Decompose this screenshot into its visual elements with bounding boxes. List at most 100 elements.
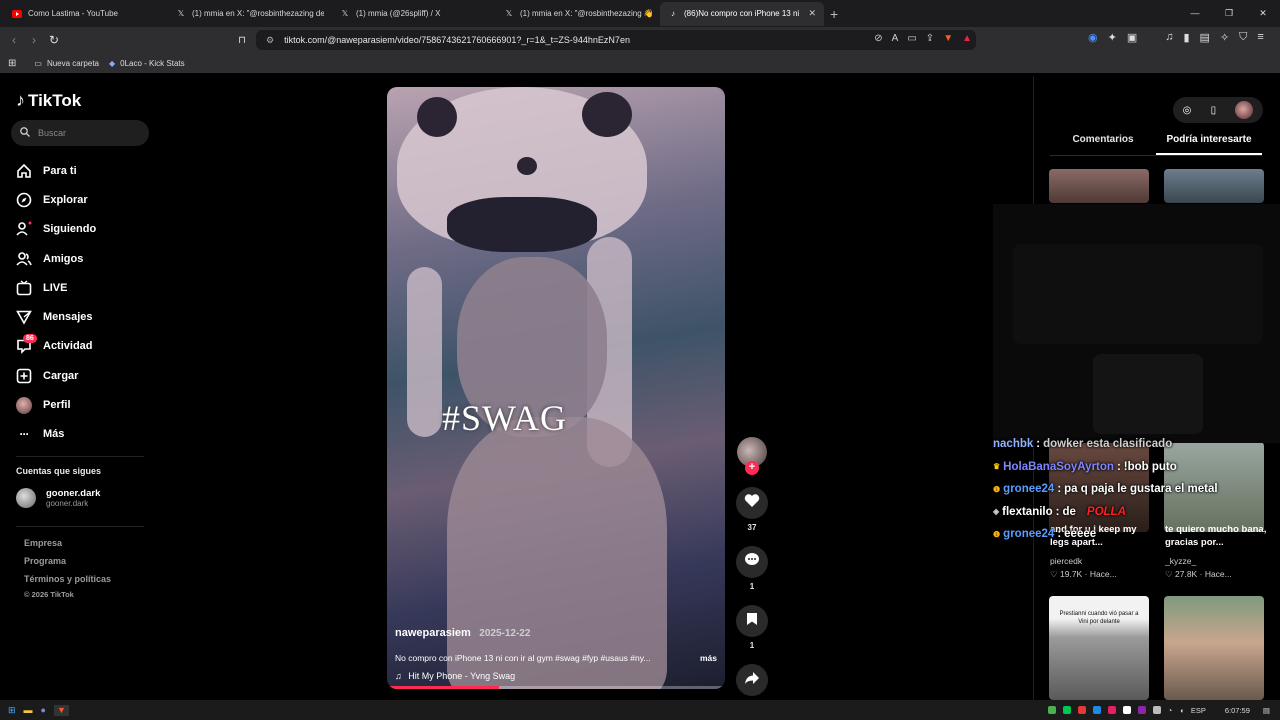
- like-button[interactable]: [736, 487, 768, 519]
- sidebar-item-mensajes[interactable]: Mensajes: [16, 302, 96, 331]
- user-avatar[interactable]: [1235, 101, 1254, 119]
- video-thumbnail[interactable]: [1164, 596, 1264, 700]
- sidebar-item-amigos[interactable]: Amigos: [16, 244, 96, 273]
- tray-icon[interactable]: [1047, 706, 1056, 714]
- video-thumbnail[interactable]: [1049, 169, 1149, 203]
- notification-badge: 86: [23, 333, 37, 343]
- ai-icon[interactable]: ✧: [1220, 31, 1229, 44]
- language-indicator[interactable]: ESP: [1191, 706, 1206, 715]
- wifi-icon[interactable]: ◔: [1168, 706, 1173, 715]
- sidebar-item-cargar[interactable]: Cargar: [16, 361, 96, 390]
- video-music[interactable]: ♫ Hit My Phone - Yvng Swag: [395, 671, 717, 681]
- tray-icon[interactable]: [1122, 706, 1131, 714]
- sidebar-item-para-ti[interactable]: Para ti: [16, 156, 96, 185]
- share-icon[interactable]: ⇪: [926, 33, 934, 44]
- tab-podria-interesarte[interactable]: Podría interesarte: [1156, 134, 1262, 155]
- new-tab-button[interactable]: +: [830, 6, 838, 22]
- coin-icon[interactable]: ◎: [1183, 105, 1192, 116]
- windows-start-icon[interactable]: ⊞: [8, 705, 16, 716]
- video-author[interactable]: naweparasiem: [395, 627, 471, 639]
- tab-comentarios[interactable]: Comentarios: [1050, 134, 1156, 155]
- close-tab-icon[interactable]: ✕: [808, 8, 816, 19]
- share-button[interactable]: [736, 664, 768, 696]
- follow-plus-button[interactable]: +: [745, 461, 759, 475]
- rewards-icon[interactable]: ▲: [962, 33, 972, 44]
- video-description: No compro con iPhone 13 ni con ir al gym…: [395, 653, 651, 663]
- bookmark-icon[interactable]: ⊓: [232, 35, 252, 46]
- comment-button[interactable]: [736, 546, 768, 578]
- browser-tab[interactable]: 𝕏 (1) mmia en X: "@rosbinthezazing 👋: [496, 2, 660, 26]
- volume-icon[interactable]: ◖: [1179, 706, 1184, 715]
- tray-icon[interactable]: [1077, 706, 1086, 714]
- creator-avatar[interactable]: +: [737, 437, 767, 475]
- sidebar-item-siguiendo[interactable]: Siguiendo: [16, 215, 96, 244]
- video-player[interactable]: #SWAG naweparasiem 2025-12-22 No compro …: [387, 87, 725, 689]
- file-explorer-icon[interactable]: ▬: [24, 705, 33, 716]
- music-icon[interactable]: ♫: [1165, 31, 1173, 44]
- more-link[interactable]: más: [700, 653, 717, 663]
- sidebar-item-mas[interactable]: ··· Más: [16, 420, 96, 449]
- browser-tab[interactable]: 𝕏 (1) mmia en X: "@rosbinthezazing de: [168, 2, 332, 26]
- badge-icon: ❶: [993, 484, 1001, 494]
- tray-icon[interactable]: [1107, 706, 1116, 714]
- notification-icon[interactable]: ▤: [1263, 706, 1270, 715]
- video-thumbnail[interactable]: Prestianni cuando vió pasar a Vini por d…: [1049, 596, 1149, 700]
- back-icon[interactable]: ‹: [4, 33, 24, 47]
- reader-icon[interactable]: ⊘: [874, 33, 882, 44]
- menu-icon[interactable]: ≡: [1257, 31, 1263, 44]
- restore-icon[interactable]: ❐: [1212, 0, 1246, 27]
- cast-icon[interactable]: ▭: [907, 33, 916, 44]
- save-button[interactable]: [736, 605, 768, 637]
- screenshot-icon[interactable]: ▣: [1127, 31, 1137, 44]
- clock[interactable]: 6:07:59: [1225, 706, 1250, 715]
- tray-icon[interactable]: [1152, 706, 1161, 714]
- sidebar-item-explorar[interactable]: Explorar: [16, 185, 96, 214]
- music-note-icon: ♫: [395, 671, 402, 681]
- wallet2-icon[interactable]: ▤: [1200, 31, 1210, 44]
- device-icon[interactable]: ▯: [1211, 105, 1217, 116]
- tray-icon[interactable]: [1092, 706, 1101, 714]
- share-arrow-icon: [744, 671, 760, 690]
- video-progress-bar[interactable]: [387, 686, 725, 689]
- tray-icon[interactable]: [1137, 706, 1146, 714]
- footer-link-empresa[interactable]: Empresa: [24, 538, 111, 556]
- bookmark-item[interactable]: ◆ 0Laco - Kick Stats: [109, 59, 185, 68]
- search-icon: [20, 127, 30, 139]
- footer-link-programa[interactable]: Programa: [24, 556, 111, 574]
- card-user[interactable]: piercedk: [1050, 556, 1082, 566]
- wallet-icon[interactable]: ◉: [1088, 31, 1098, 44]
- extensions-icon[interactable]: ✦: [1108, 31, 1117, 44]
- comment-icon: [744, 552, 760, 572]
- followed-account[interactable]: gooner.dark gooner.dark: [16, 488, 100, 508]
- site-info-icon[interactable]: ⚙: [266, 35, 274, 46]
- vpn-icon[interactable]: ⛉: [1239, 31, 1247, 44]
- bookmarks-bar: ⊞ ▭ Nueva carpeta ◆ 0Laco - Kick Stats: [0, 53, 1280, 73]
- sidebar-item-actividad[interactable]: 86 Actividad: [16, 332, 96, 361]
- tray-icon[interactable]: [1062, 706, 1071, 714]
- url-field[interactable]: ⚙ tiktok.com/@naweparasiem/video/7586743…: [256, 30, 976, 50]
- translate-icon[interactable]: A: [892, 33, 899, 44]
- browser-tab[interactable]: Como Lastima - YouTube: [4, 2, 168, 26]
- apps-icon[interactable]: ⊞: [8, 58, 16, 69]
- brave-shield-icon[interactable]: ▼: [943, 33, 953, 44]
- sidebar-item-live[interactable]: LIVE: [16, 273, 96, 302]
- forward-icon[interactable]: ›: [24, 33, 44, 47]
- browser-tab[interactable]: 𝕏 (1) mmia (@26spliff) / X: [332, 2, 496, 26]
- discord-icon[interactable]: ●: [41, 705, 46, 716]
- minimize-icon[interactable]: —: [1178, 0, 1212, 27]
- tab-title: (1) mmia en X: "@rosbinthezazing de: [192, 9, 324, 18]
- sidebar-toggle-icon[interactable]: ▮: [1183, 31, 1189, 44]
- browser-tab-active[interactable]: ♪ (86)No compro con iPhone 13 ni ✕: [660, 1, 824, 26]
- card-user[interactable]: _kyzze_: [1165, 556, 1196, 566]
- search-input[interactable]: Buscar: [11, 120, 149, 146]
- sidebar-item-perfil[interactable]: Perfil: [16, 390, 96, 419]
- bookmark-item[interactable]: ▭ Nueva carpeta: [34, 59, 99, 68]
- avatar: [16, 488, 36, 508]
- reload-icon[interactable]: ↻: [44, 33, 64, 47]
- bookmark-icon: [746, 612, 758, 631]
- video-thumbnail[interactable]: [1164, 169, 1264, 203]
- close-window-icon[interactable]: ✕: [1246, 0, 1280, 27]
- video-frame-spot: [582, 92, 632, 137]
- brave-icon[interactable]: ▼: [53, 704, 69, 716]
- tiktok-logo[interactable]: ♪ TikTok: [16, 90, 81, 111]
